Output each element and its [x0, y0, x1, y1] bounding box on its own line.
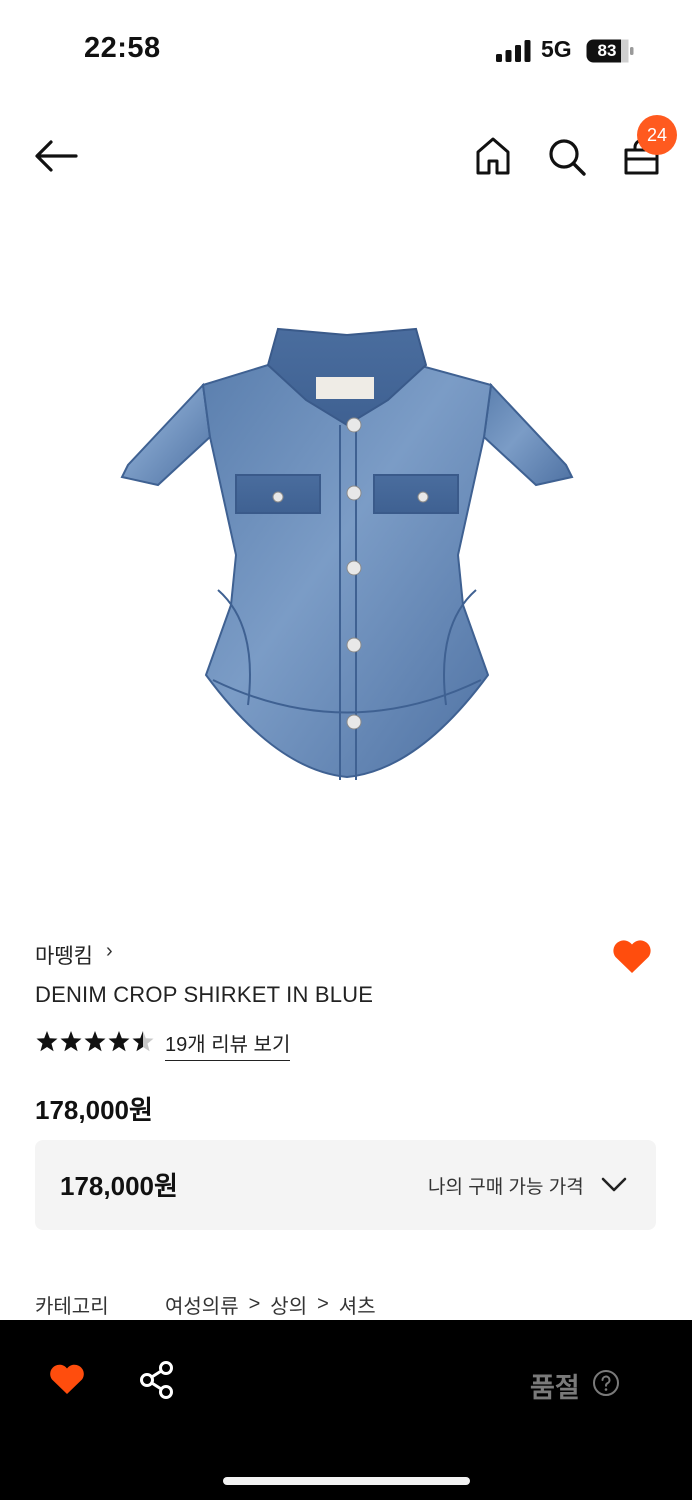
brand-link[interactable]: 마뗑킴: [35, 940, 93, 970]
share-icon[interactable]: [138, 1360, 176, 1400]
wishlist-heart-icon[interactable]: [48, 1362, 86, 1396]
brand-chevron-icon[interactable]: ›: [106, 940, 113, 963]
network-type: 5G: [541, 36, 572, 62]
cellular-signal-icon: [496, 40, 531, 62]
favorite-heart-icon[interactable]: [611, 937, 653, 975]
breadcrumb-separator: >: [317, 1293, 329, 1315]
search-icon[interactable]: [547, 137, 587, 177]
product-image[interactable]: [118, 325, 576, 785]
product-name: DENIM CROP SHIRKET IN BLUE: [35, 982, 374, 1007]
review-link[interactable]: 19개 리뷰 보기: [165, 1028, 291, 1061]
product-price: 178,000원: [35, 1095, 153, 1125]
purchase-price-label: 나의 구매 가능 가격: [428, 1177, 584, 1198]
purchase-price: 178,000원: [60, 1171, 178, 1201]
category-item-womens-clothing[interactable]: 여성의류: [165, 1290, 239, 1319]
help-icon[interactable]: [592, 1369, 620, 1397]
sold-out-status: 품절: [530, 1373, 580, 1403]
category-item-tops[interactable]: 상의: [270, 1290, 307, 1319]
half-star-icon: [132, 1031, 154, 1052]
bottom-action-bar: [0, 1320, 692, 1500]
cart-count-badge: 24: [637, 115, 677, 155]
rating-stars: [36, 1031, 154, 1052]
star-icon: [84, 1031, 106, 1052]
category-label: 카테고리: [35, 1296, 109, 1318]
star-icon: [60, 1031, 82, 1052]
status-time: 22:58: [84, 32, 161, 64]
chevron-down-icon[interactable]: [600, 1174, 628, 1194]
category-item-shirts[interactable]: 셔츠: [339, 1290, 376, 1319]
back-arrow-icon[interactable]: [34, 138, 78, 174]
home-indicator: [223, 1477, 470, 1485]
star-icon: [36, 1031, 58, 1052]
breadcrumb-separator: >: [248, 1293, 261, 1315]
battery-level: 83: [597, 41, 617, 60]
category-breadcrumb: 여성의류 > 상의 > 셔츠: [165, 1290, 376, 1319]
star-icon: [108, 1031, 130, 1052]
home-icon[interactable]: [474, 136, 512, 176]
